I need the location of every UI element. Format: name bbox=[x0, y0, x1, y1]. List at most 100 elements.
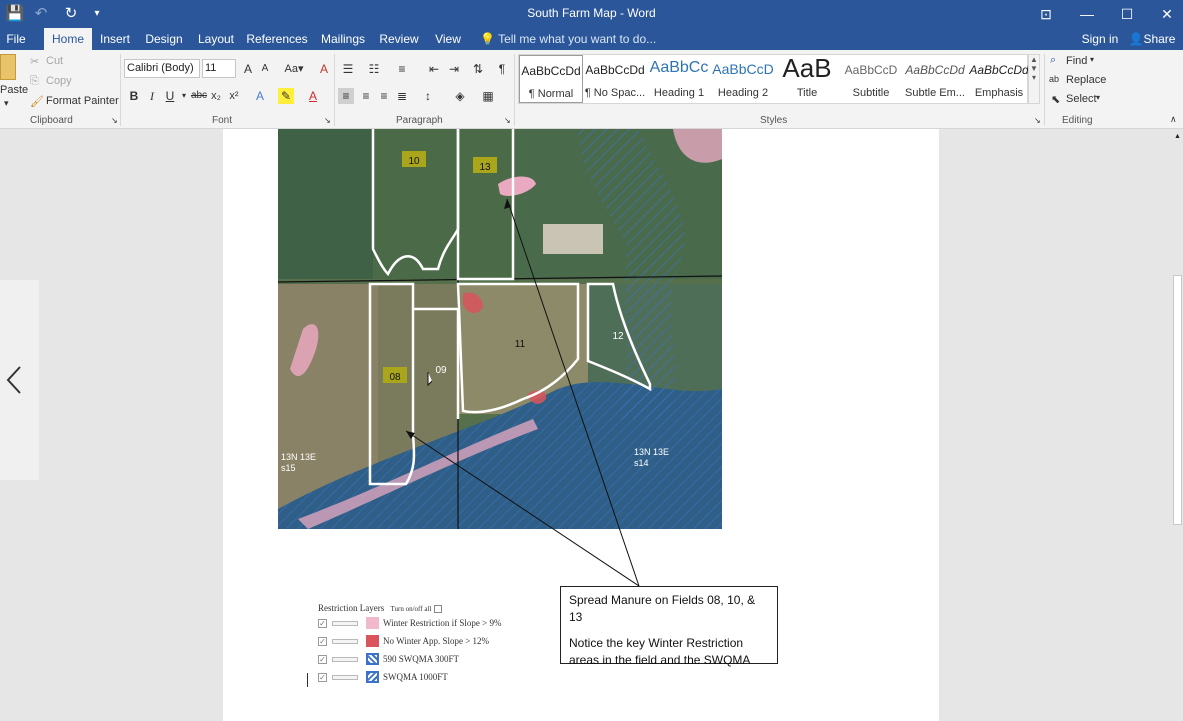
superscript-icon[interactable]: x² bbox=[226, 88, 242, 104]
scroll-up-icon[interactable]: ▲ bbox=[1029, 55, 1039, 64]
format-painter-button[interactable]: Format Painter bbox=[46, 95, 119, 107]
paste-icon[interactable] bbox=[0, 54, 16, 80]
find-icon[interactable]: ⌕ bbox=[1050, 54, 1056, 67]
style-normal[interactable]: AaBbCcDd ¶ Normal bbox=[519, 55, 583, 103]
ribbon-display-options-icon[interactable]: ⊡ bbox=[1031, 4, 1061, 24]
select-icon[interactable]: ⬉ bbox=[1051, 93, 1060, 106]
tab-view[interactable]: View bbox=[430, 28, 466, 50]
sign-in-link[interactable]: Sign in bbox=[1080, 28, 1120, 50]
multilevel-list-icon[interactable]: ≡ bbox=[394, 61, 410, 77]
tab-file[interactable]: File bbox=[0, 28, 32, 50]
style-no-spacing[interactable]: AaBbCcDd ¶ No Spac... bbox=[583, 55, 647, 103]
change-case-icon[interactable]: Aa▾ bbox=[282, 61, 306, 77]
shading-icon[interactable]: ◈ bbox=[452, 88, 468, 104]
collapse-ribbon-icon[interactable]: ∧ bbox=[1170, 114, 1177, 125]
font-launcher-icon[interactable]: ↘ bbox=[324, 116, 331, 125]
shrink-font-icon[interactable]: A bbox=[257, 61, 273, 77]
layer-opacity-slider[interactable] bbox=[332, 675, 358, 680]
copy-button[interactable]: Copy bbox=[46, 75, 72, 87]
layer-opacity-slider[interactable] bbox=[332, 639, 358, 644]
layer-opacity-slider[interactable] bbox=[332, 657, 358, 662]
bullets-icon[interactable]: ☰ bbox=[340, 61, 356, 77]
increase-indent-icon[interactable]: ⇥ bbox=[446, 61, 462, 77]
layer-checkbox[interactable]: ✓ bbox=[318, 655, 327, 664]
borders-icon[interactable]: ▦ bbox=[480, 88, 496, 104]
cut-icon[interactable]: ✂ bbox=[30, 55, 39, 68]
scrollbar-thumb[interactable] bbox=[1173, 275, 1182, 525]
layer-checkbox[interactable]: ✓ bbox=[318, 619, 327, 628]
scroll-down-icon[interactable]: ▼ bbox=[1029, 64, 1039, 73]
show-formatting-icon[interactable]: ¶ bbox=[494, 61, 510, 77]
tab-mailings[interactable]: Mailings bbox=[316, 28, 370, 50]
align-center-icon[interactable]: ≡ bbox=[358, 88, 374, 104]
style-title[interactable]: AaB Title bbox=[775, 53, 839, 103]
layer-checkbox[interactable]: ✓ bbox=[318, 673, 327, 682]
callout-textbox[interactable]: Spread Manure on Fields 08, 10, & 13 Not… bbox=[560, 586, 778, 667]
align-left-icon[interactable]: ≡ bbox=[338, 88, 354, 104]
subscript-icon[interactable]: x₂ bbox=[208, 88, 224, 104]
font-group-label: Font bbox=[212, 115, 233, 126]
styles-gallery-scroll[interactable]: ▲ ▼ ▾ bbox=[1028, 54, 1040, 104]
bold-icon[interactable]: B bbox=[126, 88, 142, 104]
sort-icon[interactable]: ⇅ bbox=[470, 61, 486, 77]
minimize-button[interactable]: — bbox=[1072, 4, 1102, 24]
format-painter-icon[interactable]: 🖌 bbox=[30, 95, 44, 108]
separator bbox=[334, 54, 335, 126]
layer-opacity-slider[interactable] bbox=[332, 621, 358, 626]
more-styles-icon[interactable]: ▾ bbox=[1029, 73, 1039, 82]
tab-home[interactable]: Home bbox=[44, 28, 92, 50]
chevron-left-icon[interactable] bbox=[0, 280, 39, 480]
style-subtle-emphasis[interactable]: AaBbCcDd Subtle Em... bbox=[903, 55, 967, 103]
style-heading-2[interactable]: AaBbCcD Heading 2 bbox=[711, 55, 775, 103]
callout-line-1: Spread Manure on Fields 08, 10, & 13 bbox=[569, 593, 756, 624]
tab-design[interactable]: Design bbox=[142, 28, 186, 50]
style-heading-1[interactable]: AaBbCc Heading 1 bbox=[647, 55, 711, 103]
numbering-icon[interactable]: ☷ bbox=[366, 61, 382, 77]
style-subtitle[interactable]: AaBbCcD Subtitle bbox=[839, 55, 903, 103]
replace-icon[interactable]: ab bbox=[1049, 74, 1059, 84]
select-dropdown-icon[interactable]: ▾ bbox=[1096, 93, 1100, 102]
tab-references[interactable]: References bbox=[246, 28, 308, 50]
tab-layout[interactable]: Layout bbox=[195, 28, 237, 50]
justify-icon[interactable]: ≣ bbox=[394, 88, 410, 104]
text-effects-icon[interactable]: A bbox=[252, 88, 268, 104]
find-button[interactable]: Find bbox=[1066, 55, 1087, 67]
replace-button[interactable]: Replace bbox=[1066, 74, 1106, 86]
maximize-button[interactable]: ☐ bbox=[1112, 4, 1142, 24]
decrease-indent-icon[interactable]: ⇤ bbox=[426, 61, 442, 77]
layer-checkbox[interactable]: ✓ bbox=[318, 637, 327, 646]
font-size-value: 11 bbox=[205, 62, 217, 74]
style-preview: AaBbCcDd bbox=[585, 63, 645, 77]
style-emphasis[interactable]: AaBbCcDd Emphasis bbox=[967, 55, 1031, 103]
highlight-color-icon[interactable]: ✎ bbox=[278, 88, 294, 104]
tell-me-search[interactable]: 💡 Tell me what you want to do... bbox=[480, 28, 656, 50]
tab-review[interactable]: Review bbox=[378, 28, 420, 50]
paste-button[interactable]: Paste bbox=[0, 84, 28, 96]
strikethrough-icon[interactable]: abc bbox=[190, 88, 208, 104]
find-dropdown-icon[interactable]: ▾ bbox=[1090, 55, 1094, 64]
grow-font-icon[interactable]: A bbox=[240, 61, 256, 77]
clipboard-launcher-icon[interactable]: ↘ bbox=[111, 116, 118, 125]
scroll-up-icon[interactable]: ▲ bbox=[1173, 133, 1182, 140]
tab-insert[interactable]: Insert bbox=[96, 28, 134, 50]
clear-formatting-icon[interactable]: A bbox=[316, 61, 332, 77]
close-button[interactable]: ✕ bbox=[1152, 4, 1182, 24]
style-preview: AaBbCcDd bbox=[969, 63, 1029, 77]
paragraph-launcher-icon[interactable]: ↘ bbox=[504, 116, 511, 125]
select-button[interactable]: Select bbox=[1066, 93, 1097, 105]
italic-icon[interactable]: I bbox=[144, 88, 160, 104]
cut-button[interactable]: Cut bbox=[46, 55, 63, 67]
font-color-icon[interactable]: A bbox=[305, 88, 321, 104]
copy-icon[interactable]: ⎘ bbox=[30, 75, 39, 88]
font-name-combo[interactable]: Calibri (Body) bbox=[124, 59, 200, 78]
vertical-scrollbar[interactable]: ▲ bbox=[1172, 129, 1183, 721]
separator bbox=[120, 54, 121, 126]
toggle-all-checkbox[interactable] bbox=[433, 604, 442, 613]
style-name: Subtitle bbox=[852, 87, 890, 99]
font-size-combo[interactable]: 11 bbox=[202, 59, 236, 78]
paste-dropdown-icon[interactable]: ▾ bbox=[4, 98, 9, 109]
align-right-icon[interactable]: ≡ bbox=[376, 88, 392, 104]
line-spacing-icon[interactable]: ↕ bbox=[420, 88, 436, 104]
styles-launcher-icon[interactable]: ↘ bbox=[1034, 116, 1041, 125]
share-button[interactable]: 👤Share bbox=[1126, 28, 1178, 50]
